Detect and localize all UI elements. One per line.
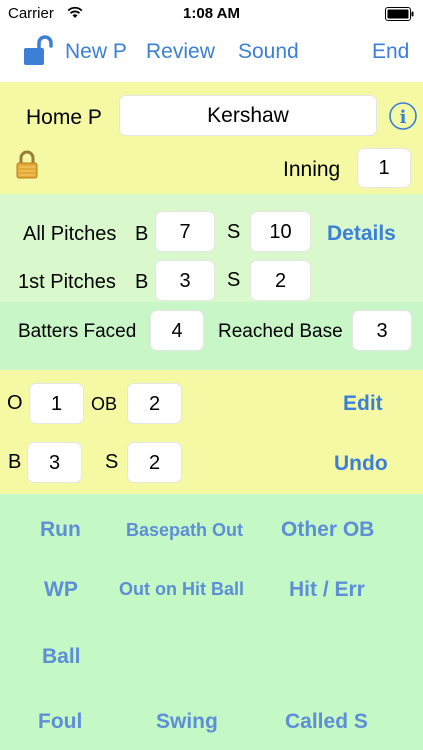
inning-field[interactable]: 1 [357, 148, 411, 188]
batters-section: Batters Faced 4 Reached Base 3 [0, 302, 423, 370]
all-s-label: S [227, 221, 241, 243]
all-b-label: B [135, 223, 149, 245]
battery-icon [385, 7, 414, 21]
other-ob-button[interactable]: Other OB [281, 518, 374, 542]
info-icon[interactable]: i [388, 101, 418, 131]
svg-text:i: i [400, 107, 407, 128]
ball-button[interactable]: Ball [42, 645, 81, 669]
first-balls-field[interactable]: 3 [155, 260, 215, 301]
sound-button[interactable]: Sound [238, 40, 299, 64]
home-pitcher-label: Home P [26, 106, 102, 129]
on-base-field[interactable]: 2 [127, 383, 182, 424]
count-section: O 1 OB 2 Edit B 3 S 2 Undo [0, 370, 423, 494]
foul-button[interactable]: Foul [38, 710, 82, 734]
pitcher-section: Home P Kershaw i Inning 1 [0, 82, 423, 194]
out-on-hit-ball-button[interactable]: Out on Hit Ball [119, 579, 244, 600]
status-bar: Carrier 1:08 AM [0, 0, 423, 28]
wild-pitch-button[interactable]: WP [44, 578, 78, 602]
unlock-icon[interactable] [22, 34, 54, 68]
actions-section: Run Basepath Out Other OB WP Out on Hit … [0, 494, 423, 750]
clock: 1:08 AM [183, 5, 240, 22]
swing-button[interactable]: Swing [156, 710, 218, 734]
inning-label: Inning [283, 158, 341, 181]
reached-base-label: Reached Base [218, 321, 343, 342]
undo-button[interactable]: Undo [334, 452, 388, 476]
all-balls-field[interactable]: 7 [155, 211, 215, 252]
strikes-label: S [105, 451, 119, 473]
details-button[interactable]: Details [327, 222, 396, 246]
end-button[interactable]: End [372, 40, 409, 64]
lock-icon[interactable] [15, 150, 39, 180]
outs-field[interactable]: 1 [29, 383, 84, 424]
first-b-label: B [135, 271, 149, 293]
balls-field[interactable]: 3 [27, 442, 82, 483]
all-strikes-field[interactable]: 10 [250, 211, 311, 252]
first-s-label: S [227, 269, 241, 291]
batters-faced-field[interactable]: 4 [150, 310, 204, 351]
all-pitches-label: All Pitches [23, 223, 117, 245]
pitches-section: All Pitches B 7 S 10 Details 1st Pitches… [0, 194, 423, 302]
review-button[interactable]: Review [146, 40, 215, 64]
first-strikes-field[interactable]: 2 [250, 260, 311, 301]
strikes-field[interactable]: 2 [127, 442, 182, 483]
first-pitches-label: 1st Pitches [18, 271, 116, 293]
reached-base-field[interactable]: 3 [352, 310, 412, 351]
new-pitcher-button[interactable]: New P [65, 40, 127, 64]
pitcher-name-field[interactable]: Kershaw [119, 95, 377, 136]
hit-error-button[interactable]: Hit / Err [289, 578, 365, 602]
batters-faced-label: Batters Faced [18, 321, 137, 342]
called-strike-button[interactable]: Called S [285, 710, 368, 734]
balls-label: B [8, 451, 22, 473]
basepath-out-button[interactable]: Basepath Out [126, 520, 243, 541]
on-base-label: OB [91, 394, 118, 414]
edit-button[interactable]: Edit [343, 392, 383, 416]
run-button[interactable]: Run [40, 518, 81, 542]
outs-label: O [7, 392, 23, 414]
top-navbar: New P Review Sound End [0, 28, 423, 82]
